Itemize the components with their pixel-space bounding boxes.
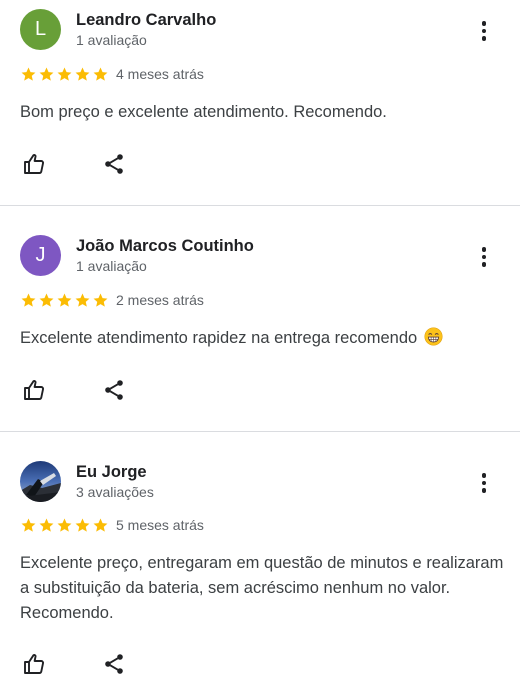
reviewer-review-count: 1 avaliação — [76, 258, 147, 274]
review-time: 5 meses atrás — [116, 517, 204, 533]
more-vert-icon[interactable] — [472, 469, 496, 497]
star-icon — [57, 67, 72, 81]
avatar[interactable] — [20, 461, 61, 502]
review-text: Excelente atendimento rapidez na entrega… — [20, 326, 510, 351]
star-icon — [93, 293, 108, 307]
avatar-photo — [20, 461, 61, 502]
star-icon — [57, 518, 72, 532]
star-icon — [93, 67, 108, 81]
more-vert-icon[interactable] — [472, 17, 496, 45]
review-time: 4 meses atrás — [116, 66, 204, 82]
reviewer-name[interactable]: Leandro Carvalho — [76, 11, 216, 30]
thumbs-up-icon[interactable] — [20, 150, 48, 178]
review-text-body: Bom preço e excelente atendimento. Recom… — [20, 103, 387, 121]
reviewer-name[interactable]: João Marcos Coutinho — [76, 237, 254, 256]
avatar-letter: J — [35, 244, 46, 266]
review-text: Bom preço e excelente atendimento. Recom… — [20, 100, 510, 125]
review-text-body: Excelente preço, entregaram em questão d… — [20, 554, 504, 622]
star-icon — [39, 293, 54, 307]
star-rating — [20, 66, 109, 83]
avatar[interactable]: L — [20, 9, 61, 50]
star-icon — [21, 293, 36, 307]
grinning-face-emoji — [424, 327, 443, 346]
review-text-body: Excelente atendimento rapidez na entrega… — [20, 329, 418, 347]
review-time: 2 meses atrás — [116, 292, 204, 308]
thumbs-up-icon[interactable] — [20, 650, 48, 678]
review-card: Eu Jorge 3 avaliações 5 meses atrás Exce… — [0, 432, 520, 693]
share-icon[interactable] — [100, 650, 128, 678]
more-vert-icon[interactable] — [472, 243, 496, 271]
star-icon — [75, 518, 90, 532]
star-icon — [93, 518, 108, 532]
star-icon — [75, 67, 90, 81]
share-icon[interactable] — [100, 150, 128, 178]
star-icon — [21, 67, 36, 81]
share-icon[interactable] — [100, 376, 128, 404]
thumbs-up-icon[interactable] — [20, 376, 48, 404]
star-icon — [57, 293, 72, 307]
star-icon — [75, 293, 90, 307]
star-rating — [20, 292, 109, 309]
star-icon — [21, 518, 36, 532]
review-card: L Leandro Carvalho 1 avaliação 4 meses a… — [0, 0, 520, 206]
review-text: Excelente preço, entregaram em questão d… — [20, 551, 510, 626]
star-rating — [20, 517, 109, 534]
review-card: J João Marcos Coutinho 1 avaliação 2 mes… — [0, 206, 520, 432]
reviewer-name[interactable]: Eu Jorge — [76, 463, 147, 482]
reviewer-review-count: 1 avaliação — [76, 32, 147, 48]
avatar[interactable]: J — [20, 235, 61, 276]
star-icon — [39, 518, 54, 532]
star-icon — [39, 67, 54, 81]
reviewer-review-count: 3 avaliações — [76, 484, 154, 500]
avatar-letter: L — [34, 18, 47, 40]
